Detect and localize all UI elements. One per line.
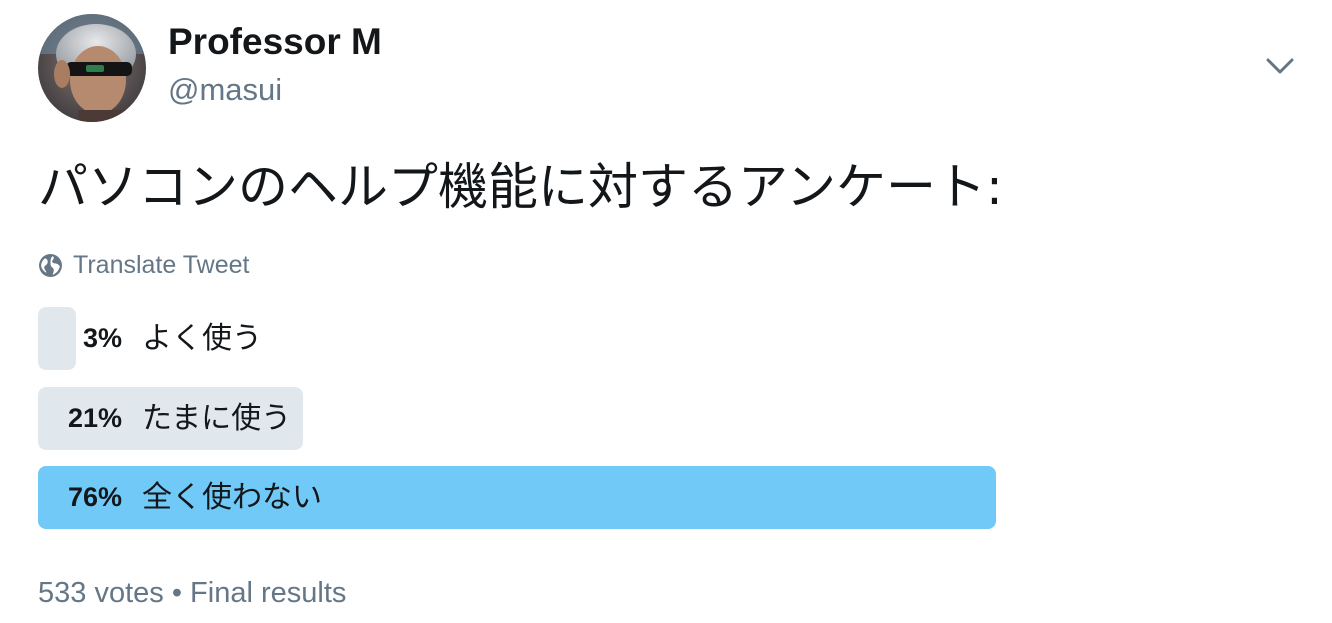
poll-footer: 533 votes • Final results [38,574,346,612]
poll-percent: 21% [67,403,122,433]
poll-option-label: よく使う [142,321,262,356]
poll-percent: 3% [82,323,122,353]
globe-icon [39,253,62,277]
avatar[interactable] [38,14,146,122]
poll-percent: 76% [67,482,122,512]
poll-option-1: 3% よく使う [38,307,998,370]
chevron-down-icon[interactable] [1262,50,1298,82]
separator-dot: • [171,577,182,609]
translate-tweet-link[interactable]: Translate Tweet [38,249,249,281]
poll-option-3: 76% 全く使わない [38,466,998,529]
poll-vote-count: 533 votes [38,577,164,609]
profile-photo [38,14,146,122]
translate-label: Translate Tweet [73,250,250,279]
author-handle[interactable]: @masui [168,71,282,109]
tweet-text: パソコンのヘルプ機能に対するアンケート: [38,158,1003,216]
poll-status: Final results [190,577,347,609]
poll-option-label: 全く使わない [142,480,322,515]
author-display-name[interactable]: Professor M [168,20,382,64]
poll-option-2: 21% たまに使う [38,387,998,450]
poll-option-label: たまに使う [142,401,292,436]
